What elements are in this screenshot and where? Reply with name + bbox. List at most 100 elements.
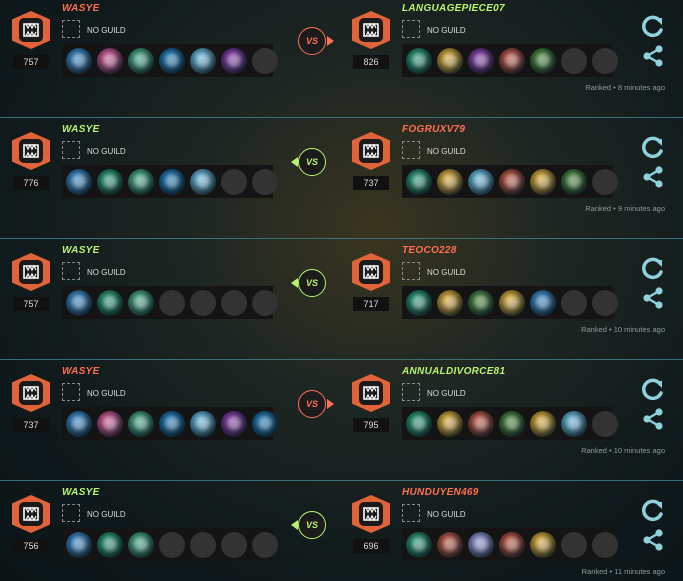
player-name-link[interactable]: WASYE (62, 366, 100, 377)
hero-portrait[interactable] (468, 168, 494, 195)
left-player: 776 WASYE NO GUILD (0, 121, 280, 239)
refresh-icon[interactable] (638, 254, 668, 284)
hero-portrait[interactable] (406, 410, 432, 437)
hero-portrait[interactable] (97, 168, 123, 195)
match-row[interactable]: 776 WASYE NO GUILD 737 FOGRUXV79 NO GUILD VS Ra… (0, 121, 683, 239)
hero-portrait[interactable] (561, 410, 587, 437)
hero-portrait[interactable] (468, 410, 494, 437)
hero-portrait[interactable] (190, 47, 216, 74)
hero-portrait[interactable] (406, 168, 432, 195)
player-rating: 737 (13, 418, 49, 432)
hero-portrait[interactable] (561, 168, 587, 195)
hero-portrait[interactable] (159, 410, 185, 437)
player-rating: 757 (13, 55, 49, 69)
hero-portrait[interactable] (437, 531, 463, 558)
hero-portrait[interactable] (406, 47, 432, 74)
guild-emblem-placeholder (62, 504, 80, 522)
hero-portrait[interactable] (437, 47, 463, 74)
refresh-icon[interactable] (638, 496, 668, 526)
versus-marker: VS (298, 511, 326, 539)
empty-hero-slot (592, 168, 618, 195)
hero-portrait[interactable] (437, 168, 463, 195)
hero-portrait[interactable] (221, 410, 247, 437)
hero-portrait[interactable] (406, 289, 432, 316)
player-name-link[interactable]: TEOCO228 (402, 245, 457, 256)
hero-portrait[interactable] (97, 289, 123, 316)
hero-portrait[interactable] (66, 289, 92, 316)
empty-hero-slot (190, 289, 216, 316)
hero-portrait[interactable] (97, 410, 123, 437)
hero-portrait[interactable] (221, 47, 247, 74)
share-icon[interactable] (638, 283, 668, 313)
hero-portrait[interactable] (499, 289, 525, 316)
refresh-icon[interactable] (638, 375, 668, 405)
hero-loadout (402, 407, 618, 440)
hero-portrait[interactable] (128, 168, 154, 195)
share-icon[interactable] (638, 162, 668, 192)
hero-portrait[interactable] (468, 531, 494, 558)
player-name-link[interactable]: WASYE (62, 487, 100, 498)
match-row[interactable]: 757 WASYE NO GUILD 826 LANGUAGEPIECE07 NO GUI… (0, 0, 683, 118)
hero-portrait[interactable] (128, 410, 154, 437)
player-name-link[interactable]: WASYE (62, 245, 100, 256)
hero-portrait[interactable] (128, 289, 154, 316)
guild-emblem-placeholder (62, 383, 80, 401)
hero-portrait[interactable] (499, 531, 525, 558)
hero-portrait[interactable] (128, 47, 154, 74)
hero-portrait[interactable] (97, 531, 123, 558)
hero-portrait[interactable] (252, 410, 278, 437)
hero-portrait[interactable] (66, 531, 92, 558)
share-icon[interactable] (638, 525, 668, 555)
player-rating: 717 (353, 297, 389, 311)
hero-portrait[interactable] (437, 410, 463, 437)
hero-portrait[interactable] (468, 289, 494, 316)
player-name-link[interactable]: ANNUALDIVORCE81 (402, 366, 505, 377)
fang-crest-icon (352, 132, 390, 170)
hero-portrait[interactable] (159, 47, 185, 74)
match-row[interactable]: 756 WASYE NO GUILD 696 HUNDUYEN469 NO GUILD VS… (0, 484, 683, 581)
match-row[interactable]: 737 WASYE NO GUILD 795 ANNUALDIVORCE81 NO GUI… (0, 363, 683, 481)
winner-arrow-icon (327, 36, 334, 46)
hero-portrait[interactable] (468, 47, 494, 74)
guild-emblem-placeholder (402, 20, 420, 38)
player-name-link[interactable]: FOGRUXV79 (402, 124, 465, 135)
player-name-link[interactable]: LANGUAGEPIECE07 (402, 3, 505, 14)
empty-hero-slot (592, 410, 618, 437)
match-timestamp: Ranked • 8 minutes ago (585, 83, 665, 92)
right-player: 696 HUNDUYEN469 NO GUILD (340, 484, 620, 581)
refresh-icon[interactable] (638, 133, 668, 163)
hero-portrait[interactable] (530, 289, 556, 316)
hero-portrait[interactable] (66, 47, 92, 74)
empty-hero-slot (592, 531, 618, 558)
guild-emblem-placeholder (62, 262, 80, 280)
hero-portrait[interactable] (499, 47, 525, 74)
fang-crest-icon (352, 374, 390, 412)
hero-portrait[interactable] (406, 531, 432, 558)
hero-portrait[interactable] (97, 47, 123, 74)
hero-portrait[interactable] (66, 410, 92, 437)
hero-portrait[interactable] (190, 410, 216, 437)
hero-portrait[interactable] (66, 168, 92, 195)
hero-portrait[interactable] (499, 410, 525, 437)
hero-loadout (62, 407, 278, 440)
hero-portrait[interactable] (437, 289, 463, 316)
hero-portrait[interactable] (190, 168, 216, 195)
guild-name: NO GUILD (427, 268, 466, 277)
share-icon[interactable] (638, 41, 668, 71)
hero-portrait[interactable] (159, 168, 185, 195)
refresh-icon[interactable] (638, 12, 668, 42)
hero-portrait[interactable] (530, 531, 556, 558)
hero-portrait[interactable] (530, 168, 556, 195)
player-name-link[interactable]: WASYE (62, 124, 100, 135)
player-rating: 795 (353, 418, 389, 432)
winner-arrow-icon (291, 278, 298, 288)
player-name-link[interactable]: WASYE (62, 3, 100, 14)
hero-portrait[interactable] (499, 168, 525, 195)
hero-portrait[interactable] (128, 531, 154, 558)
player-name-link[interactable]: HUNDUYEN469 (402, 487, 479, 498)
hero-portrait[interactable] (530, 47, 556, 74)
match-row[interactable]: 757 WASYE NO GUILD 717 TEOCO228 NO GUILD VS Ran… (0, 242, 683, 360)
hero-portrait[interactable] (530, 410, 556, 437)
empty-hero-slot (159, 289, 185, 316)
share-icon[interactable] (638, 404, 668, 434)
